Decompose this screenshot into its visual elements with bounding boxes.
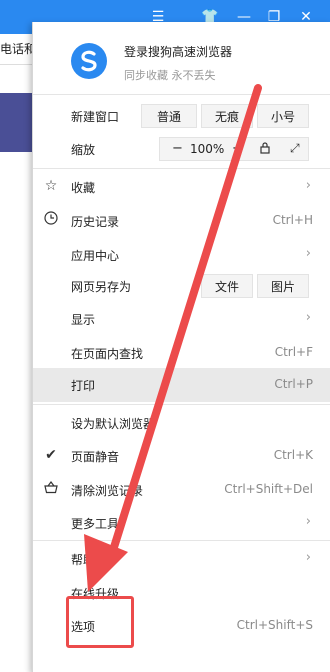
- chevron-right-icon: ›: [305, 246, 311, 261]
- divider: [33, 168, 330, 169]
- browser-main-menu: 登录搜狗高速浏览器 同步收藏 永不丢失 新建窗口 普通 无痕 小号 缩放 − 1…: [32, 22, 330, 672]
- save-page-row: 网页另存为 文件 图片: [33, 269, 330, 303]
- chevron-right-icon: ›: [305, 550, 311, 565]
- zoom-label: 缩放: [71, 143, 96, 157]
- menu-item-label: 显示: [71, 313, 96, 327]
- shortcut-text: Ctrl+Shift+S: [236, 618, 313, 632]
- menu-item-label: 历史记录: [71, 215, 120, 229]
- new-window-row: 新建窗口 普通 无痕 小号: [33, 99, 330, 133]
- sogou-logo-icon: [71, 43, 107, 79]
- shortcut-text: Ctrl+F: [274, 345, 313, 359]
- login-subtitle: 同步收藏 永不丢失: [124, 69, 216, 82]
- basket-icon: [42, 480, 60, 498]
- clock-icon: [42, 211, 60, 229]
- divider: [33, 540, 330, 541]
- zoom-level: 100%: [190, 142, 225, 156]
- menu-item-display[interactable]: 显示 ›: [33, 302, 330, 336]
- menu-item-history[interactable]: 历史记录 Ctrl+H: [33, 204, 330, 238]
- zoom-out-button[interactable]: −: [172, 141, 183, 156]
- zoom-row: 缩放 − 100% + ⤢: [33, 132, 330, 166]
- check-icon: ✔: [45, 447, 57, 463]
- menu-item-label: 设为默认浏览器: [71, 417, 156, 431]
- divider: [33, 94, 330, 95]
- menu-item-label: 应用中心: [71, 249, 120, 263]
- menu-item-label: 更多工具: [71, 517, 120, 531]
- login-title[interactable]: 登录搜狗高速浏览器: [124, 43, 232, 60]
- chevron-right-icon: ›: [305, 178, 311, 193]
- lock-icon[interactable]: [260, 142, 270, 157]
- annotation-highlight-box: [66, 596, 134, 648]
- menu-item-more-tools[interactable]: 更多工具 ›: [33, 506, 330, 540]
- shortcut-text: Ctrl+Shift+Del: [224, 482, 313, 496]
- save-as-image-button[interactable]: 图片: [257, 274, 309, 298]
- new-window-label: 新建窗口: [71, 110, 120, 124]
- menu-item-label: 帮助: [71, 553, 96, 567]
- menu-item-label: 页面静音: [71, 450, 120, 464]
- new-window-normal-button[interactable]: 普通: [141, 104, 197, 128]
- menu-item-clear-history[interactable]: 清除浏览记录 Ctrl+Shift+Del: [33, 473, 330, 507]
- new-window-alt-account-button[interactable]: 小号: [257, 104, 309, 128]
- save-as-file-button[interactable]: 文件: [201, 274, 253, 298]
- shortcut-text: Ctrl+K: [273, 448, 313, 462]
- fullscreen-icon[interactable]: ⤢: [290, 141, 300, 156]
- menu-item-print[interactable]: 打印 Ctrl+P: [33, 368, 330, 402]
- shortcut-text: Ctrl+H: [272, 213, 313, 227]
- chevron-right-icon: ›: [305, 310, 311, 325]
- divider: [33, 404, 330, 405]
- page-banner: [0, 93, 32, 152]
- menu-item-favorites[interactable]: ☆ 收藏 ›: [33, 170, 330, 204]
- menu-item-label: 在页面内查找: [71, 347, 144, 361]
- chevron-right-icon: ›: [305, 514, 311, 529]
- menu-item-mute[interactable]: ✔ 页面静音 Ctrl+K: [33, 439, 330, 473]
- star-icon: ☆: [44, 178, 58, 194]
- save-page-label: 网页另存为: [71, 280, 132, 294]
- login-header[interactable]: 登录搜狗高速浏览器 同步收藏 永不丢失: [33, 22, 330, 92]
- shortcut-text: Ctrl+P: [274, 377, 313, 391]
- menu-item-set-default[interactable]: 设为默认浏览器: [33, 406, 330, 440]
- menu-item-label: 打印: [71, 379, 96, 393]
- zoom-controls: − 100% + ⤢: [159, 137, 309, 161]
- tab-title: 电话和: [0, 42, 32, 56]
- menu-item-label: 清除浏览记录: [71, 484, 144, 498]
- menu-item-find[interactable]: 在页面内查找 Ctrl+F: [33, 336, 330, 370]
- menu-item-app-center[interactable]: 应用中心 ›: [33, 238, 330, 272]
- menu-item-help[interactable]: 帮助 ›: [33, 542, 330, 576]
- menu-item-label: 收藏: [71, 181, 96, 195]
- zoom-in-button[interactable]: +: [232, 141, 243, 156]
- new-window-incognito-button[interactable]: 无痕: [201, 104, 253, 128]
